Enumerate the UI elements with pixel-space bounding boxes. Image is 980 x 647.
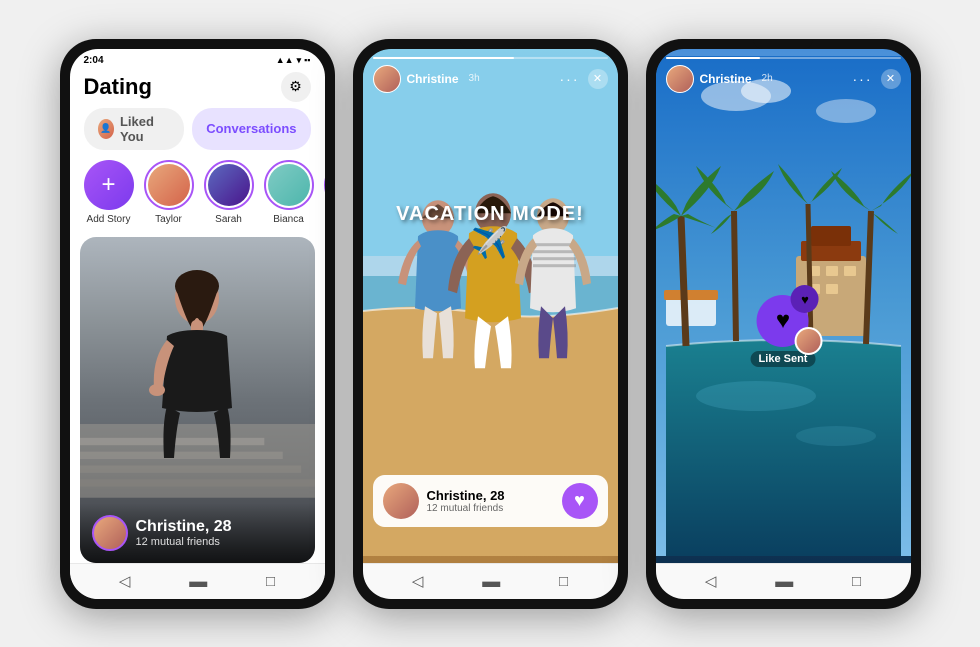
story-user-info-2: Christine 3h <box>373 65 480 93</box>
story-progress-fill-2 <box>373 57 514 59</box>
profile-text: Christine, 28 12 mutual friends <box>136 518 232 548</box>
sarah-label: Sarah <box>215 214 242 225</box>
taylor-avatar-ring <box>144 160 194 210</box>
tab-conversations-label: Conversations <box>206 121 296 136</box>
like-bubble-small: ♥ <box>791 285 819 313</box>
story-progress-2 <box>373 57 608 59</box>
like-bubble-container: ♥ ♥ <box>757 295 809 347</box>
nav-bar-2: ◁ ▬ □ <box>363 563 618 599</box>
story-sarah[interactable]: Sarah <box>204 160 254 225</box>
footer-avatar-2 <box>383 483 419 519</box>
story-taylor[interactable]: Taylor <box>144 160 194 225</box>
story-user-info-3: Christine 2h <box>666 65 773 93</box>
tab-bar: 👤 Liked You Conversations <box>70 108 325 160</box>
more-options-3[interactable]: ··· <box>853 71 873 87</box>
story-avatar-2 <box>373 65 401 93</box>
stories-row: + Add Story Taylor Sarah Bianca <box>70 160 325 237</box>
nav-back-2[interactable]: ◁ <box>412 572 424 590</box>
story-time-2: 3h <box>469 73 480 84</box>
vacation-title: VACATION MODE! <box>396 203 584 225</box>
story-progress-3 <box>666 57 901 59</box>
bianca-label: Bianca <box>273 214 304 225</box>
story-username-2: Christine <box>407 72 459 86</box>
settings-button[interactable]: ⚙ <box>281 72 311 102</box>
signal-icon: ▲▲ <box>276 55 294 65</box>
story-progress-fill-3 <box>666 57 760 59</box>
sarah-avatar-img <box>208 164 250 206</box>
status-icons-1: ▲▲ ▾ ▪▪ <box>276 55 311 66</box>
bianca-avatar-ring <box>264 160 314 210</box>
profile-name-row: Christine, 28 12 mutual friends <box>92 515 303 551</box>
phone-notch-2 <box>460 39 520 49</box>
taylor-label: Taylor <box>155 214 182 225</box>
phone-1: 2:04 ▲▲ ▾ ▪▪ Dating ⚙ 👤 Liked You Conver… <box>60 39 335 609</box>
like-button-2[interactable]: ♥ <box>562 483 598 519</box>
tab-avatar-img: 👤 <box>98 119 114 139</box>
status-bar-1: 2:04 ▲▲ ▾ ▪▪ <box>70 49 325 68</box>
nav-bar-3: ◁ ▬ □ <box>656 563 911 599</box>
close-button-3[interactable]: ✕ <box>881 69 901 89</box>
story-avatar-3 <box>666 65 694 93</box>
dating-header: Dating ⚙ <box>70 68 325 108</box>
story-view-3: ♥ ♥ Like Sent Christine 2h · <box>656 49 911 563</box>
story-header-2: Christine 3h ··· ✕ <box>373 65 608 93</box>
nav-recents-1[interactable]: □ <box>266 573 275 590</box>
story-actions-3: ··· ✕ <box>853 69 901 89</box>
story-time-3: 2h <box>762 73 773 84</box>
battery-icon: ▪▪ <box>304 55 310 65</box>
phone-notch-3 <box>753 39 813 49</box>
story-username-3: Christine <box>700 72 752 86</box>
nav-home-2[interactable]: ▬ <box>482 571 500 592</box>
nav-bar-1: ◁ ▬ □ <box>70 563 325 599</box>
profile-name: Christine, 28 <box>136 518 232 536</box>
like-sent-overlay: ♥ ♥ Like Sent <box>751 295 816 367</box>
story-footer-2: Christine, 28 12 mutual friends ♥ <box>373 475 608 527</box>
tab-liked-you[interactable]: 👤 Liked You <box>84 108 185 150</box>
nav-home-1[interactable]: ▬ <box>189 571 207 592</box>
phone-2: Christine 3h ··· ✕ VACATION MODE! ✈️ Chr <box>353 39 628 609</box>
time-1: 2:04 <box>84 55 104 66</box>
bianca-avatar-img <box>268 164 310 206</box>
profile-mini-avatar <box>92 515 128 551</box>
story-sp[interactable]: Sp... <box>324 160 325 225</box>
profile-mutual: 12 mutual friends <box>136 536 232 548</box>
footer-name-2: Christine, 28 <box>427 488 505 503</box>
wifi-icon: ▾ <box>297 55 302 66</box>
story-view-2: Christine 3h ··· ✕ VACATION MODE! ✈️ Chr <box>363 49 618 563</box>
footer-friends-2: 12 mutual friends <box>427 503 505 514</box>
vacation-text: VACATION MODE! ✈️ <box>396 203 584 261</box>
tab-conversations[interactable]: Conversations <box>192 108 310 150</box>
nav-back-3[interactable]: ◁ <box>705 572 717 590</box>
more-options-2[interactable]: ··· <box>560 71 580 87</box>
story-actions-2: ··· ✕ <box>560 69 608 89</box>
nav-back-1[interactable]: ◁ <box>119 572 131 590</box>
nav-home-3[interactable]: ▬ <box>775 571 793 592</box>
story-bianca[interactable]: Bianca <box>264 160 314 225</box>
sp-avatar-ring <box>324 160 325 210</box>
story-header-3: Christine 2h ··· ✕ <box>666 65 901 93</box>
add-story-label: Add Story <box>87 214 131 225</box>
sarah-avatar-ring <box>204 160 254 210</box>
taylor-avatar-img <box>148 164 190 206</box>
airplane-icon: ✈️ <box>396 226 584 261</box>
story-add[interactable]: + Add Story <box>84 160 134 225</box>
phone-notch-1 <box>167 39 227 49</box>
add-story-btn[interactable]: + <box>84 160 134 210</box>
story-footer-left-2: Christine, 28 12 mutual friends <box>383 483 505 519</box>
close-button-2[interactable]: ✕ <box>588 69 608 89</box>
page-title: Dating <box>84 74 152 100</box>
nav-recents-3[interactable]: □ <box>852 573 861 590</box>
phone-3: ♥ ♥ Like Sent Christine 2h · <box>646 39 921 609</box>
nav-recents-2[interactable]: □ <box>559 573 568 590</box>
footer-text-2: Christine, 28 12 mutual friends <box>427 488 505 514</box>
tab-liked-label: Liked You <box>120 114 170 144</box>
profile-card[interactable]: Christine, 28 12 mutual friends <box>80 237 315 563</box>
person-silhouette <box>132 268 262 508</box>
